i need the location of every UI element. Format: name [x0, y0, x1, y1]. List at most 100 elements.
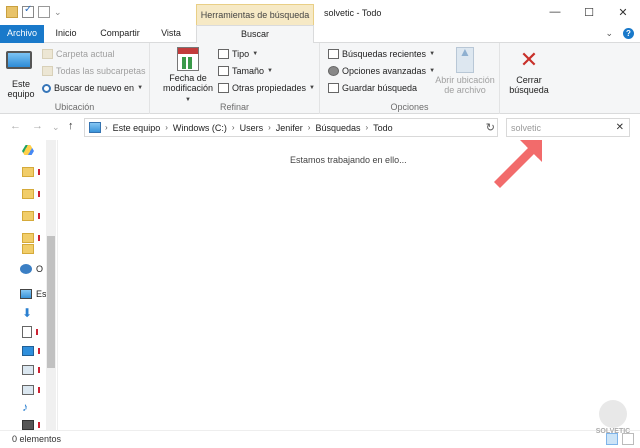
up-button[interactable]: ↑	[68, 120, 74, 132]
quick-access-toolbar: ⌄	[6, 4, 62, 18]
refresh-icon[interactable]: ↻	[486, 121, 495, 134]
tab-buscar[interactable]: Buscar	[196, 25, 314, 44]
dropdown-icon: ▼	[267, 68, 273, 74]
folder-icon	[42, 66, 53, 76]
nav-item-desktop[interactable]	[22, 346, 40, 356]
breadcrumb-separator[interactable]: ›	[268, 123, 271, 132]
ribbon: Este equipo Carpeta actual Todas las sub…	[0, 43, 640, 114]
folder-icon	[22, 211, 34, 221]
breadcrumb-todo[interactable]: Todo	[373, 123, 393, 133]
clear-search-icon[interactable]: ✕	[616, 122, 624, 133]
download-icon: ⬇	[22, 306, 33, 320]
nav-item-network[interactable]: O	[20, 264, 43, 274]
watermark-logo: SOLVETIC	[588, 400, 638, 446]
properties-icon	[218, 83, 229, 93]
dropdown-icon: ▼	[252, 51, 259, 57]
breadcrumb-separator[interactable]: ›	[232, 123, 235, 132]
save-icon	[328, 83, 339, 93]
breadcrumb-este-equipo[interactable]: Este equipo	[113, 123, 161, 133]
nav-item-drive[interactable]	[22, 145, 38, 155]
address-bar[interactable]: › Este equipo › Windows (C:) › Users › J…	[84, 118, 498, 137]
back-button[interactable]: ←	[10, 120, 21, 132]
music-icon: ♪	[22, 400, 28, 414]
buscar-de-nuevo-button[interactable]: Buscar de nuevo en ▼	[42, 83, 143, 93]
location-icon	[89, 122, 101, 133]
recent-searches-icon	[328, 49, 339, 59]
tab-inicio[interactable]: Inicio	[48, 25, 84, 43]
folder-icon	[6, 6, 18, 18]
breadcrumb-busquedas[interactable]: Búsquedas	[315, 123, 360, 133]
new-folder-icon[interactable]	[38, 6, 50, 18]
nav-item-images[interactable]	[22, 385, 40, 395]
content-area[interactable]: Estamos trabajando en ello...	[60, 140, 640, 430]
este-equipo-button[interactable]: Este equipo	[4, 47, 38, 99]
watermark-text: SOLVETIC	[595, 428, 631, 435]
nav-item-folder[interactable]	[22, 189, 40, 199]
group-label-refinar: Refinar	[219, 102, 249, 112]
recent-locations-button[interactable]: ⌄	[52, 122, 60, 133]
otras-propiedades-button[interactable]: Otras propiedades ▼	[218, 83, 315, 93]
group-opciones: Búsquedas recientes ▼ Opciones avanzadas…	[320, 43, 500, 114]
nav-item-documents[interactable]	[22, 326, 38, 338]
nav-item-folder[interactable]	[22, 167, 40, 177]
carpeta-actual-button[interactable]: Carpeta actual	[42, 49, 115, 59]
tipo-button[interactable]: Tipo ▼	[218, 49, 258, 59]
fecha-modificacion-button[interactable]: Fecha de modificación ▼	[162, 47, 214, 105]
tab-vista[interactable]: Vista	[152, 25, 190, 43]
otras-propiedades-label: Otras propiedades	[232, 83, 307, 93]
document-icon	[22, 326, 32, 338]
forward-button[interactable]: →	[32, 120, 43, 132]
cerrar-busqueda-label: Cerrar búsqueda	[509, 75, 549, 95]
nav-item-folder[interactable]	[22, 211, 40, 221]
image-icon	[22, 365, 34, 375]
todas-subcarpetas-button[interactable]: Todas las subcarpetas	[42, 66, 146, 76]
nav-item-videos[interactable]	[22, 420, 40, 430]
nav-item-downloads[interactable]: ⬇	[22, 306, 33, 320]
expand-ribbon-icon[interactable]: ⌄	[605, 28, 613, 39]
breadcrumb-separator[interactable]: ›	[366, 123, 369, 132]
qat-dropdown-icon[interactable]: ⌄	[54, 7, 62, 18]
abrir-ubicacion-label: Abrir ubicación de archivo	[435, 75, 495, 95]
drive-icon	[22, 145, 34, 155]
nav-item-folder[interactable]	[22, 233, 40, 243]
abrir-ubicacion-button[interactable]: Abrir ubicación de archivo	[434, 47, 496, 95]
nav-item-folder[interactable]	[22, 244, 34, 254]
cerrar-busqueda-button[interactable]: ✕ Cerrar búsqueda	[504, 47, 554, 95]
properties-icon[interactable]	[22, 4, 34, 18]
nav-scrollbar[interactable]	[46, 140, 56, 430]
tab-archivo[interactable]: Archivo	[0, 25, 44, 43]
help-icon[interactable]: ?	[623, 28, 634, 39]
tab-compartir[interactable]: Compartir	[92, 25, 148, 43]
maximize-button[interactable]: ☐	[572, 0, 606, 24]
navigation-row: ← → ⌄ ↑ › Este equipo › Windows (C:) › U…	[0, 118, 640, 138]
dropdown-icon: ▼	[309, 85, 315, 91]
folder-icon	[42, 49, 53, 59]
tamano-button[interactable]: Tamaño ▼	[218, 66, 273, 76]
busquedas-recientes-button[interactable]: Búsquedas recientes ▼	[328, 49, 435, 59]
annotation-arrow-icon	[494, 140, 542, 188]
title-bar: ⌄ Herramientas de búsqueda solvetic - To…	[0, 0, 640, 26]
breadcrumb-users[interactable]: Users	[240, 123, 264, 133]
nav-item-music[interactable]: ♪	[22, 400, 28, 414]
nav-item-images[interactable]	[22, 365, 40, 375]
breadcrumb-jenifer[interactable]: Jenifer	[276, 123, 303, 133]
nav-scrollbar-thumb[interactable]	[47, 236, 55, 368]
navigation-pane: O Es ⬇ ♪	[0, 140, 58, 430]
tamano-label: Tamaño	[232, 66, 265, 76]
nav-item-este-equipo[interactable]: Es	[20, 289, 47, 299]
marker-icon	[38, 235, 40, 241]
breadcrumb-windows-c[interactable]: Windows (C:)	[173, 123, 227, 133]
marker-icon	[38, 422, 40, 428]
breadcrumb-separator[interactable]: ›	[165, 123, 168, 132]
breadcrumb-separator[interactable]: ›	[308, 123, 311, 132]
type-icon	[218, 49, 229, 59]
search-input[interactable]: solvetic ✕	[506, 118, 630, 137]
busquedas-recientes-label: Búsquedas recientes	[342, 49, 427, 59]
nav-item-label: Es	[36, 289, 47, 299]
nav-item-label: O	[36, 264, 44, 274]
guardar-busqueda-button[interactable]: Guardar búsqueda	[328, 83, 417, 93]
minimize-button[interactable]: —	[538, 0, 572, 24]
group-label-opciones: Opciones	[390, 102, 429, 112]
opciones-avanzadas-button[interactable]: Opciones avanzadas ▼	[328, 66, 435, 76]
close-button[interactable]: ✕	[606, 0, 640, 24]
